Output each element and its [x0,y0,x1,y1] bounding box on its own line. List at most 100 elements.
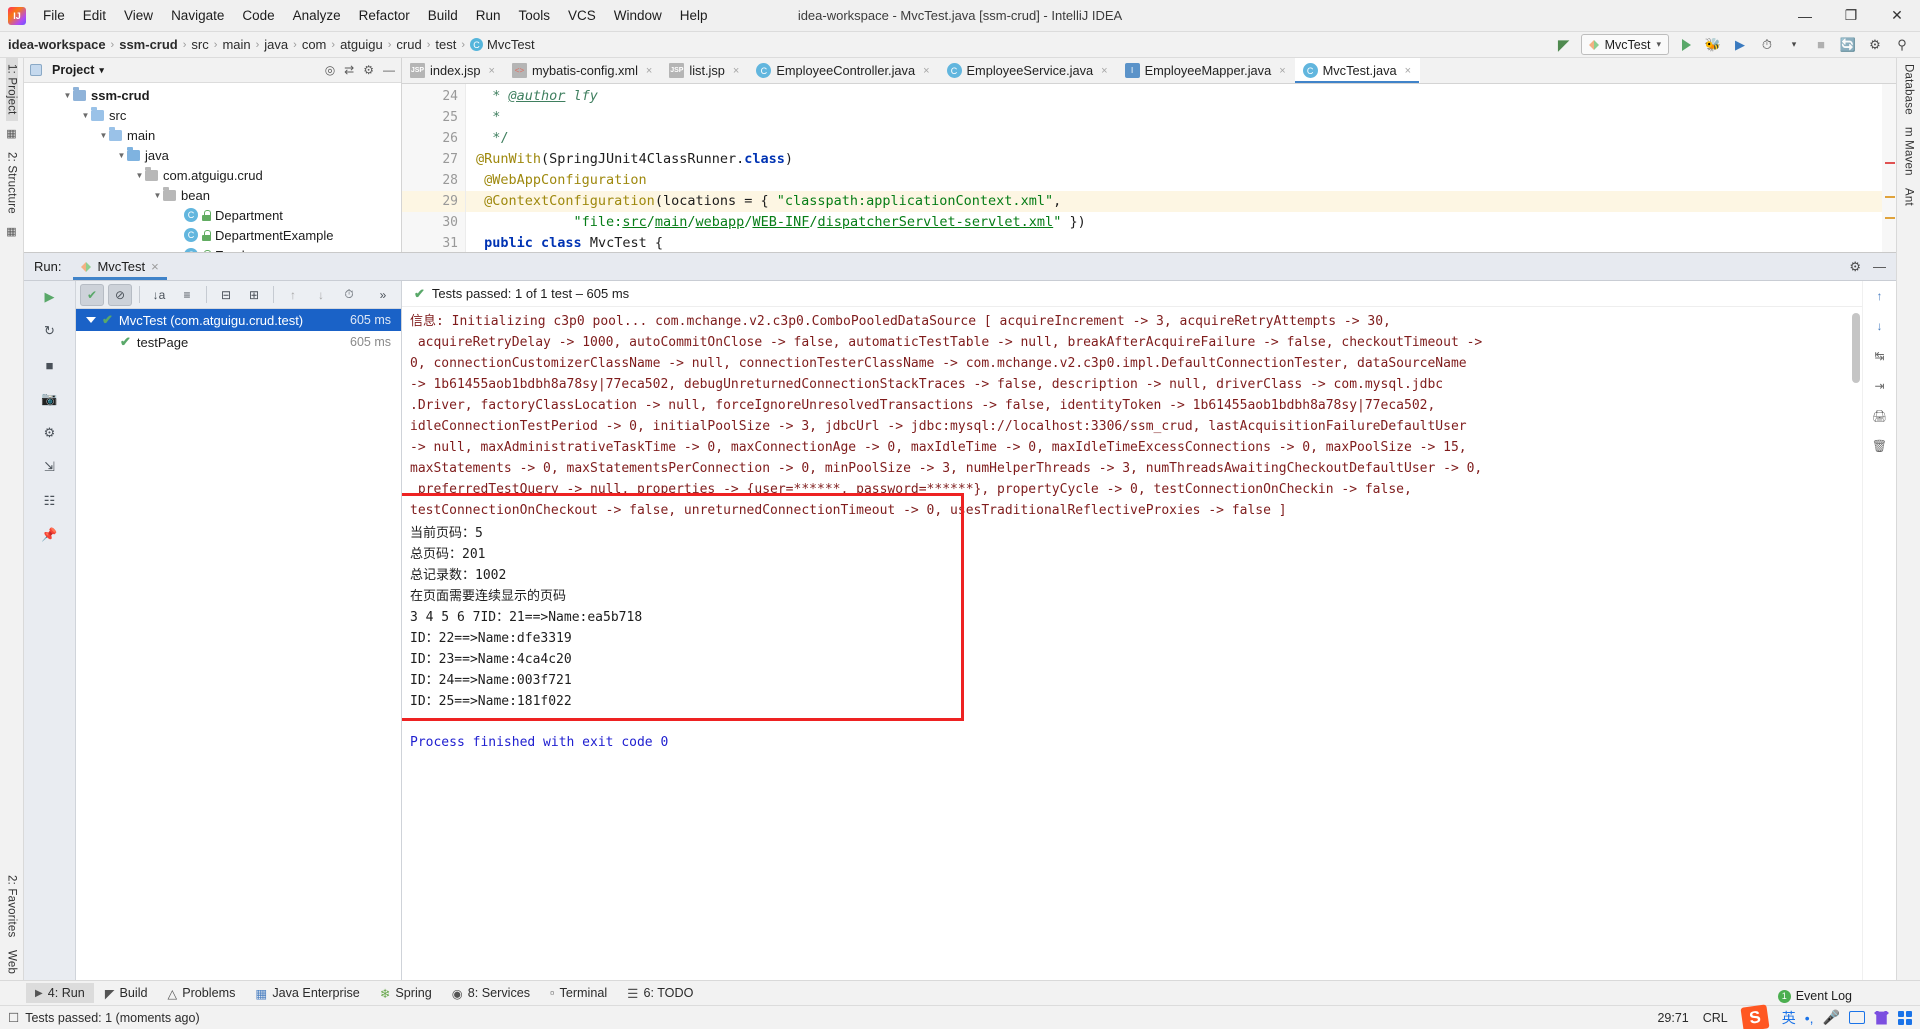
editor-tab-employee-mapper[interactable]: I EmployeeMapper.java × [1117,58,1295,83]
editor-tab-list-jsp[interactable]: JSP list.jsp × [661,58,748,83]
tree-arrow[interactable]: ▼ [62,91,73,100]
menu-item-run[interactable]: Run [467,4,510,27]
close-icon[interactable]: × [1279,65,1285,77]
rail-item-ant[interactable]: Ant [1903,182,1915,212]
settings-gear-icon[interactable]: ⚙ [1849,259,1861,275]
breadcrumb-item-main[interactable]: main [222,37,250,52]
search-icon[interactable]: ⚲ [1892,35,1912,55]
tree-item-bean[interactable]: ▼ bean [24,185,401,205]
close-button[interactable]: ✕ [1874,0,1920,31]
tree-arrow[interactable]: ▼ [116,151,127,160]
clear-all-icon[interactable]: 🗑 [1870,437,1890,455]
tool-window-todo[interactable]: ☰ 6: TODO [618,983,702,1004]
menu-item-refactor[interactable]: Refactor [350,4,419,27]
breadcrumb-item-test[interactable]: test [435,37,456,52]
menu-item-vcs[interactable]: VCS [559,4,605,27]
export-icon[interactable]: ⇲ [39,457,61,477]
dump-threads-icon[interactable]: 📷 [39,389,61,409]
microphone-icon[interactable]: 🎤 [1823,1009,1840,1026]
close-icon[interactable]: × [151,259,159,274]
caret-position[interactable]: 29:71 [1657,1011,1688,1025]
close-icon[interactable]: × [1405,65,1411,77]
soft-wrap-icon[interactable]: ↹ [1870,347,1890,365]
ime-punctuation-icon[interactable]: •, [1805,1010,1814,1026]
settings-gear-icon[interactable]: ⚙ [1865,35,1885,55]
pin-icon[interactable]: 📌 [39,525,61,545]
error-stripe-markers[interactable] [1882,84,1896,252]
rail-item-favorites[interactable]: 2: Favorites [6,869,18,943]
breadcrumb-item-class[interactable]: C MvcTest [470,37,535,52]
expand-all-icon[interactable]: ⊟ [214,284,238,306]
expand-arrow-icon[interactable] [86,317,96,323]
menu-item-build[interactable]: Build [419,4,467,27]
menu-item-edit[interactable]: Edit [74,4,115,27]
test-tree-row-method[interactable]: ✔ testPage 605 ms [76,331,401,353]
tool-window-build[interactable]: ◤ Build [96,983,157,1004]
run-with-coverage-icon[interactable]: ▶ [1730,35,1750,55]
tree-item-src[interactable]: ▼ src [24,105,401,125]
breadcrumb-item-java[interactable]: java [264,37,288,52]
collapse-all-icon[interactable]: ⊞ [242,284,266,306]
console-output[interactable]: 信息: Initializing c3p0 pool... com.mchang… [402,307,1862,980]
previous-failed-icon[interactable]: ↑ [281,284,305,306]
tree-item-employee[interactable]: C Employee [24,245,401,252]
close-icon[interactable]: × [733,65,739,77]
history-icon[interactable]: ⏱ [337,284,361,306]
tree-arrow[interactable]: ▼ [134,171,145,180]
menu-item-analyze[interactable]: Analyze [284,4,350,27]
menu-item-file[interactable]: File [34,4,74,27]
next-failed-icon[interactable]: ↓ [309,284,333,306]
target-icon[interactable]: ◎ [325,63,335,77]
editor-tab-employee-service[interactable]: C EmployeeService.java × [939,58,1117,83]
show-passed-icon[interactable]: ✔ [80,284,104,306]
more-icon[interactable]: » [371,284,395,306]
rerun-icon[interactable]: ▶ [39,287,61,307]
ime-language-icon[interactable]: 英 [1782,1008,1796,1028]
run-configuration-selector[interactable]: MvcTest ▾ [1581,34,1669,55]
hide-icon[interactable]: — [1873,259,1886,274]
scroll-down-icon[interactable]: ↓ [1870,317,1890,335]
event-log-button[interactable]: 1 Event Log [1778,989,1852,1003]
rail-item-web[interactable]: Web [6,944,18,980]
tree-arrow[interactable]: ▼ [98,131,109,140]
tree-item-main[interactable]: ▼ main [24,125,401,145]
update-app-icon[interactable]: 🔄 [1838,35,1858,55]
editor-tab-mybatis-config-xml[interactable]: <> mybatis-config.xml × [504,58,661,83]
settings-icon[interactable]: ⚙ [39,423,61,443]
menu-item-navigate[interactable]: Navigate [162,4,233,27]
scroll-to-end-icon[interactable]: ⇥ [1870,377,1890,395]
run-button[interactable] [1676,35,1696,55]
breadcrumb-item-atguigu[interactable]: atguigu [340,37,383,52]
minimize-button[interactable]: — [1782,0,1828,31]
tree-item-department[interactable]: C Department [24,205,401,225]
breadcrumb-item-module[interactable]: ssm-crud [119,37,178,52]
run-tab-mvctest[interactable]: MvcTest × [73,253,166,280]
tool-window-run[interactable]: ▶ 4: Run [26,983,94,1003]
profiler-icon[interactable]: ⏱ [1757,35,1777,55]
close-icon[interactable]: × [489,65,495,77]
breadcrumb-item-workspace[interactable]: idea-workspace [8,37,106,52]
menu-item-code[interactable]: Code [233,4,283,27]
menu-item-help[interactable]: Help [671,4,717,27]
rail-item-database[interactable]: Database [1903,58,1915,121]
code-editor[interactable]: 24 25 26 27 28 29 30 31 * @author lfy * [402,84,1896,252]
tree-item-java[interactable]: ▼ java [24,145,401,165]
debug-icon[interactable]: 🐝 [1703,35,1723,55]
menu-item-window[interactable]: Window [605,4,671,27]
console-scrollbar[interactable] [1852,313,1860,383]
close-icon[interactable]: × [923,65,929,77]
sort-alphabetically-icon[interactable]: ↓a [147,284,171,306]
sort-by-duration-icon[interactable]: ≡ [175,284,199,306]
tool-window-java-enterprise[interactable]: ▦ Java Enterprise [246,983,368,1004]
collapse-all-icon[interactable]: ⇄ [344,63,354,77]
tree-item-department-example[interactable]: C DepartmentExample [24,225,401,245]
tool-window-terminal[interactable]: ▫ Terminal [541,983,616,1003]
tool-window-problems[interactable]: △ Problems [159,983,245,1004]
print-icon[interactable]: 🖨 [1870,407,1890,425]
tree-item-ssm-crud[interactable]: ▼ ssm-crud [24,85,401,105]
stop-icon[interactable]: ■ [39,355,61,375]
breadcrumb-item-crud[interactable]: crud [396,37,421,52]
tree-item-package[interactable]: ▼ com.atguigu.crud [24,165,401,185]
maximize-button[interactable]: ❐ [1828,0,1874,31]
tree-arrow[interactable]: ▼ [152,191,163,200]
